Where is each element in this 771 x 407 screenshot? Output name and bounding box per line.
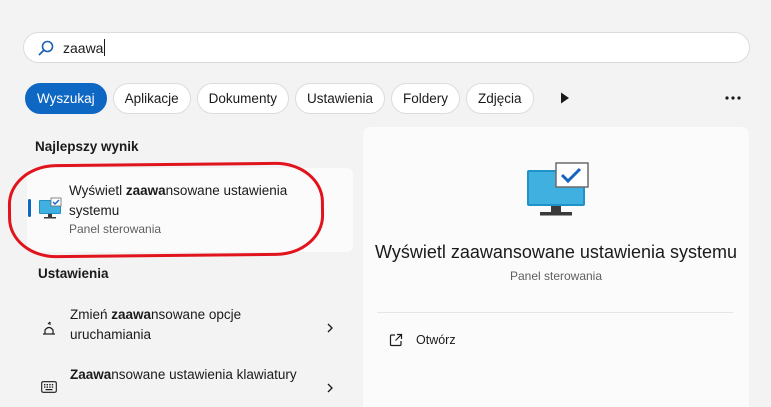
tab-ustawienia[interactable]: Ustawienia [294, 82, 385, 114]
open-action-label: Otwórz [416, 333, 456, 347]
monitor-check-icon [527, 162, 589, 216]
preview-divider [377, 312, 733, 313]
tab-foldery[interactable]: Foldery [390, 82, 460, 114]
keyboard-icon [41, 381, 57, 393]
red-highlight-ring [7, 161, 325, 259]
preview-subtitle: Panel sterowania [509, 269, 603, 283]
best-match-heading: Najlepszy wynik [35, 139, 139, 154]
preview-title: Wyświetl zaawansowane ustawienia systemu [375, 242, 737, 262]
search-icon [38, 40, 54, 55]
more-options-icon[interactable] [724, 95, 742, 101]
text-before: Zmień [70, 307, 112, 322]
search-box[interactable]: zaawa [23, 32, 750, 63]
text-match: Zaawa [70, 367, 112, 382]
text-caret [104, 39, 106, 56]
open-action[interactable]: Otwórz [389, 333, 456, 347]
text-match: zaawa [111, 307, 152, 322]
setting-item-title: Zmień zaawansowane opcje uruchamiania [70, 305, 310, 345]
search-input[interactable]: zaawa [63, 39, 106, 56]
startup-options-icon [43, 321, 55, 335]
more-filters-play-icon[interactable] [559, 91, 571, 105]
tab-aplikacje[interactable]: Aplikacje [112, 82, 191, 114]
text-after: nsowane ustawienia klawiatury [111, 367, 297, 382]
tab-wyszukaj[interactable]: Wyszukaj [25, 82, 107, 114]
setting-item-title: Zaawansowane ustawienia klawiatury [70, 365, 310, 385]
preview-pane: Wyświetl zaawansowane ustawienia systemu… [363, 127, 749, 407]
settings-heading: Ustawienia [38, 266, 109, 281]
tab-zdjecia[interactable]: Zdjęcia [466, 82, 534, 114]
chevron-right-icon [327, 323, 333, 333]
open-external-icon [389, 333, 403, 347]
tab-dokumenty[interactable]: Dokumenty [196, 82, 289, 114]
setting-item-keyboard[interactable]: Zaawansowane ustawienia klawiatury [27, 365, 353, 407]
filter-tabs: Wyszukaj Aplikacje Dokumenty Ustawienia … [25, 82, 540, 114]
setting-item-startup-options[interactable]: Zmień zaawansowane opcje uruchamiania [27, 305, 353, 361]
chevron-right-icon [327, 383, 333, 393]
search-query-text: zaawa [63, 39, 104, 56]
